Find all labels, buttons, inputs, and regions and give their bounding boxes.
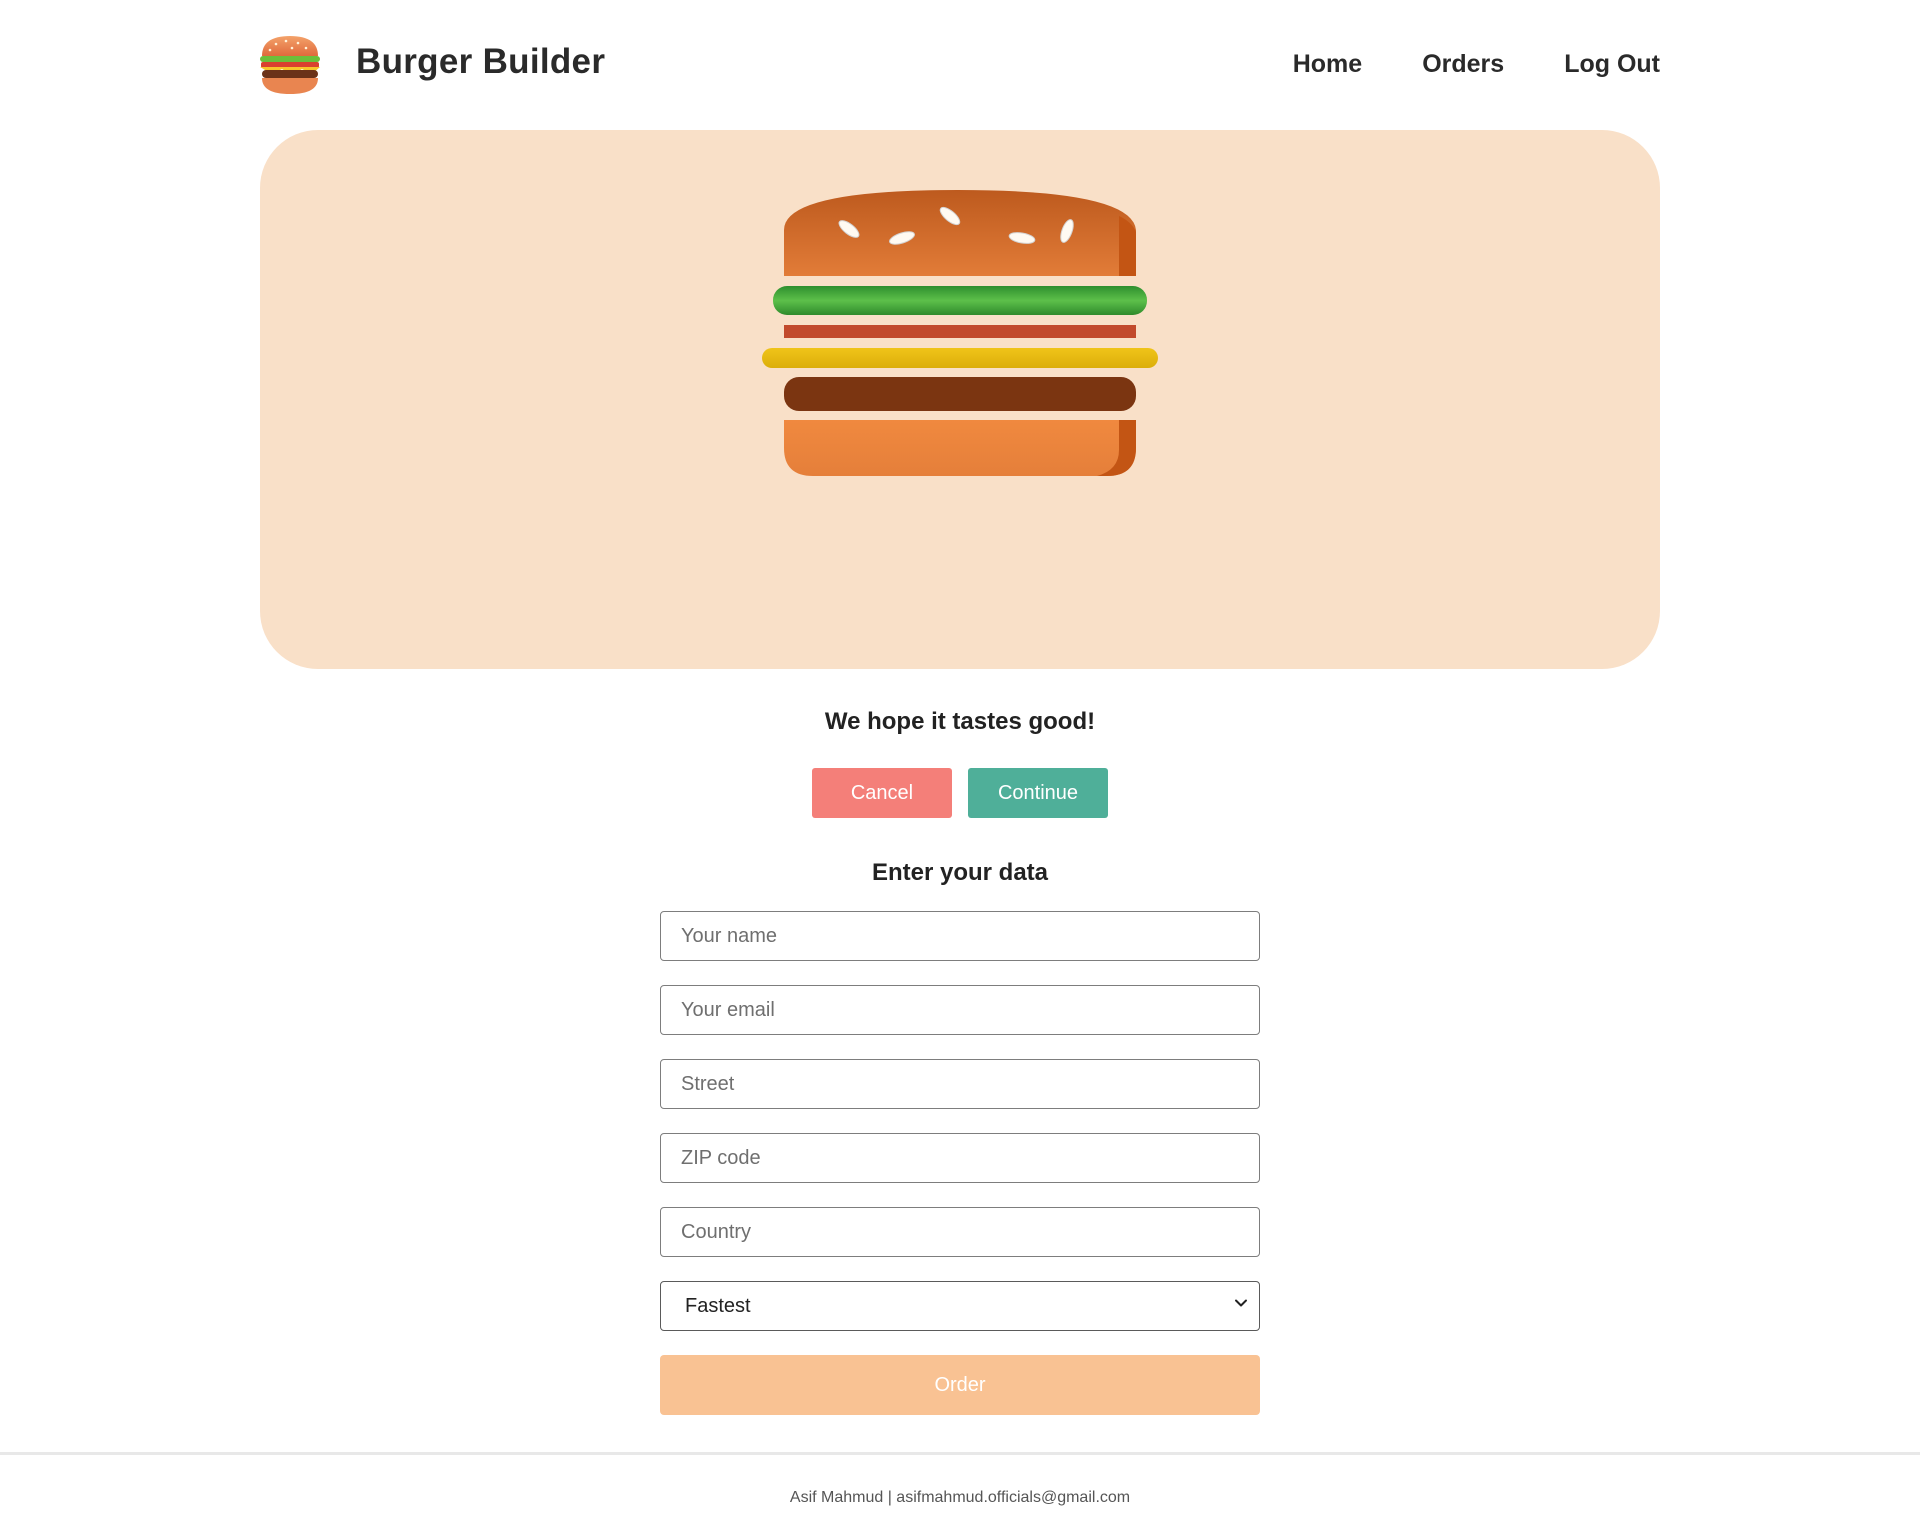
meat-layer	[784, 377, 1136, 411]
summary-actions: Cancel Continue	[0, 768, 1920, 818]
main-nav: Home Orders Log Out	[1293, 50, 1660, 79]
app-title: Burger Builder	[356, 42, 606, 81]
form-title: Enter your data	[871, 859, 1049, 886]
bread-bottom	[784, 420, 1136, 476]
name-input[interactable]	[660, 911, 1260, 961]
email-input[interactable]	[660, 985, 1260, 1035]
salad-layer	[773, 286, 1147, 315]
burger-illustration	[762, 190, 1158, 476]
burger-logo-icon[interactable]	[258, 34, 322, 96]
bacon-layer	[784, 325, 1136, 338]
delivery-method-wrap: Fastest	[660, 1281, 1260, 1331]
bread-top	[784, 190, 1136, 276]
contact-form: Fastest Order	[660, 911, 1260, 1415]
cheese-layer	[762, 348, 1158, 368]
cancel-button[interactable]: Cancel	[812, 768, 952, 818]
country-input[interactable]	[660, 1207, 1260, 1257]
street-input[interactable]	[660, 1059, 1260, 1109]
summary-message: We hope it tastes good!	[824, 708, 1096, 735]
delivery-method-select[interactable]: Fastest	[660, 1281, 1260, 1331]
nav-orders-link[interactable]: Orders	[1422, 50, 1504, 79]
footer-credit: Asif Mahmud | asifmahmud.officials@gmail…	[789, 1489, 1131, 1506]
continue-button[interactable]: Continue	[968, 768, 1108, 818]
footer: Asif Mahmud | asifmahmud.officials@gmail…	[0, 1452, 1920, 1536]
nav-logout-link[interactable]: Log Out	[1564, 50, 1660, 79]
nav-home-link[interactable]: Home	[1293, 50, 1362, 79]
zip-input[interactable]	[660, 1133, 1260, 1183]
order-button[interactable]: Order	[660, 1355, 1260, 1415]
header: Burger Builder Home Orders Log Out	[0, 0, 1920, 130]
